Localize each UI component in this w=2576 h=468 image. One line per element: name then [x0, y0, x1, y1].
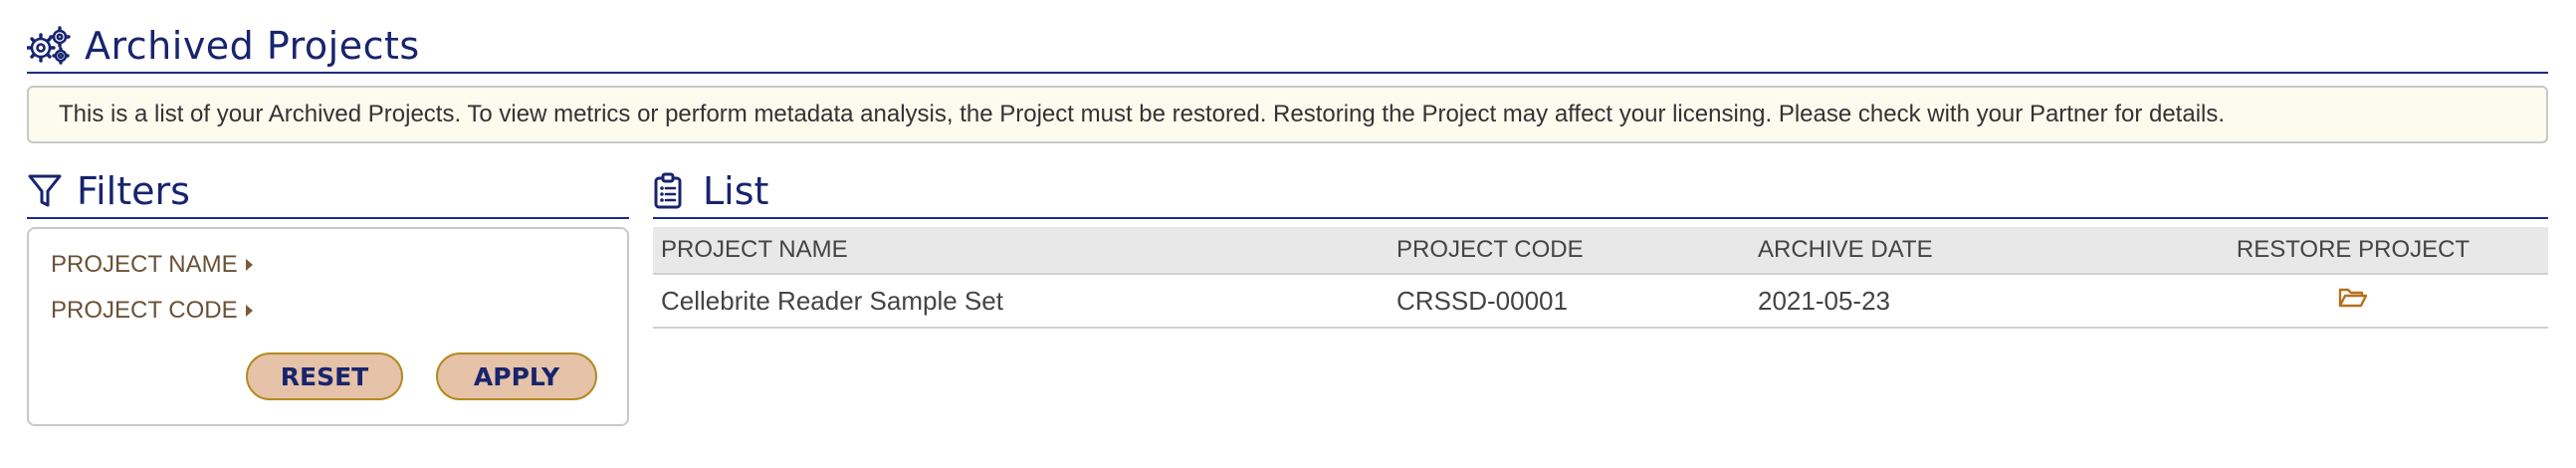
cell-restore — [2158, 274, 2548, 329]
page-title: Archived Projects — [85, 24, 420, 68]
cell-project-code: CRSSD-00001 — [1389, 274, 1750, 329]
column-header-restore-project: RESTORE PROJECT — [2158, 227, 2548, 275]
table-header-row: PROJECT NAME PROJECT CODE ARCHIVE DATE R… — [653, 227, 2548, 275]
filters-title: Filters — [77, 169, 190, 213]
funnel-icon — [27, 171, 65, 211]
column-header-archive-date[interactable]: ARCHIVE DATE — [1750, 227, 2158, 275]
page-header: Archived Projects — [27, 20, 2548, 74]
info-banner-text: This is a list of your Archived Projects… — [59, 101, 2226, 127]
cell-archive-date: 2021-05-23 — [1750, 274, 2158, 329]
cell-project-name: Cellebrite Reader Sample Set — [653, 274, 1389, 329]
filters-panel: PROJECT NAME PROJECT CODE RESET APPLY — [27, 227, 629, 426]
folder-open-icon[interactable] — [2338, 286, 2368, 310]
list-title: List — [703, 169, 769, 213]
info-banner: This is a list of your Archived Projects… — [27, 86, 2548, 143]
filter-project-name-label: PROJECT NAME — [51, 251, 238, 278]
filters-header: Filters — [27, 165, 629, 219]
list-header: List — [653, 165, 2548, 219]
filter-project-code-label: PROJECT CODE — [51, 297, 238, 324]
column-header-project-code[interactable]: PROJECT CODE — [1389, 227, 1750, 275]
caret-right-icon — [245, 259, 253, 271]
apply-button[interactable]: APPLY — [436, 352, 597, 400]
filter-project-name[interactable]: PROJECT NAME — [51, 251, 253, 279]
clipboard-list-icon — [653, 171, 691, 211]
archived-projects-table: PROJECT NAME PROJECT CODE ARCHIVE DATE R… — [653, 227, 2548, 329]
filter-project-code[interactable]: PROJECT CODE — [51, 297, 253, 325]
reset-button[interactable]: RESET — [246, 352, 403, 400]
column-header-project-name[interactable]: PROJECT NAME — [653, 227, 1389, 275]
caret-right-icon — [245, 305, 253, 317]
gears-icon — [27, 24, 71, 68]
table-row: Cellebrite Reader Sample Set CRSSD-00001… — [653, 274, 2548, 329]
archived-projects-page: Archived Projects This is a list of your… — [0, 0, 2576, 468]
